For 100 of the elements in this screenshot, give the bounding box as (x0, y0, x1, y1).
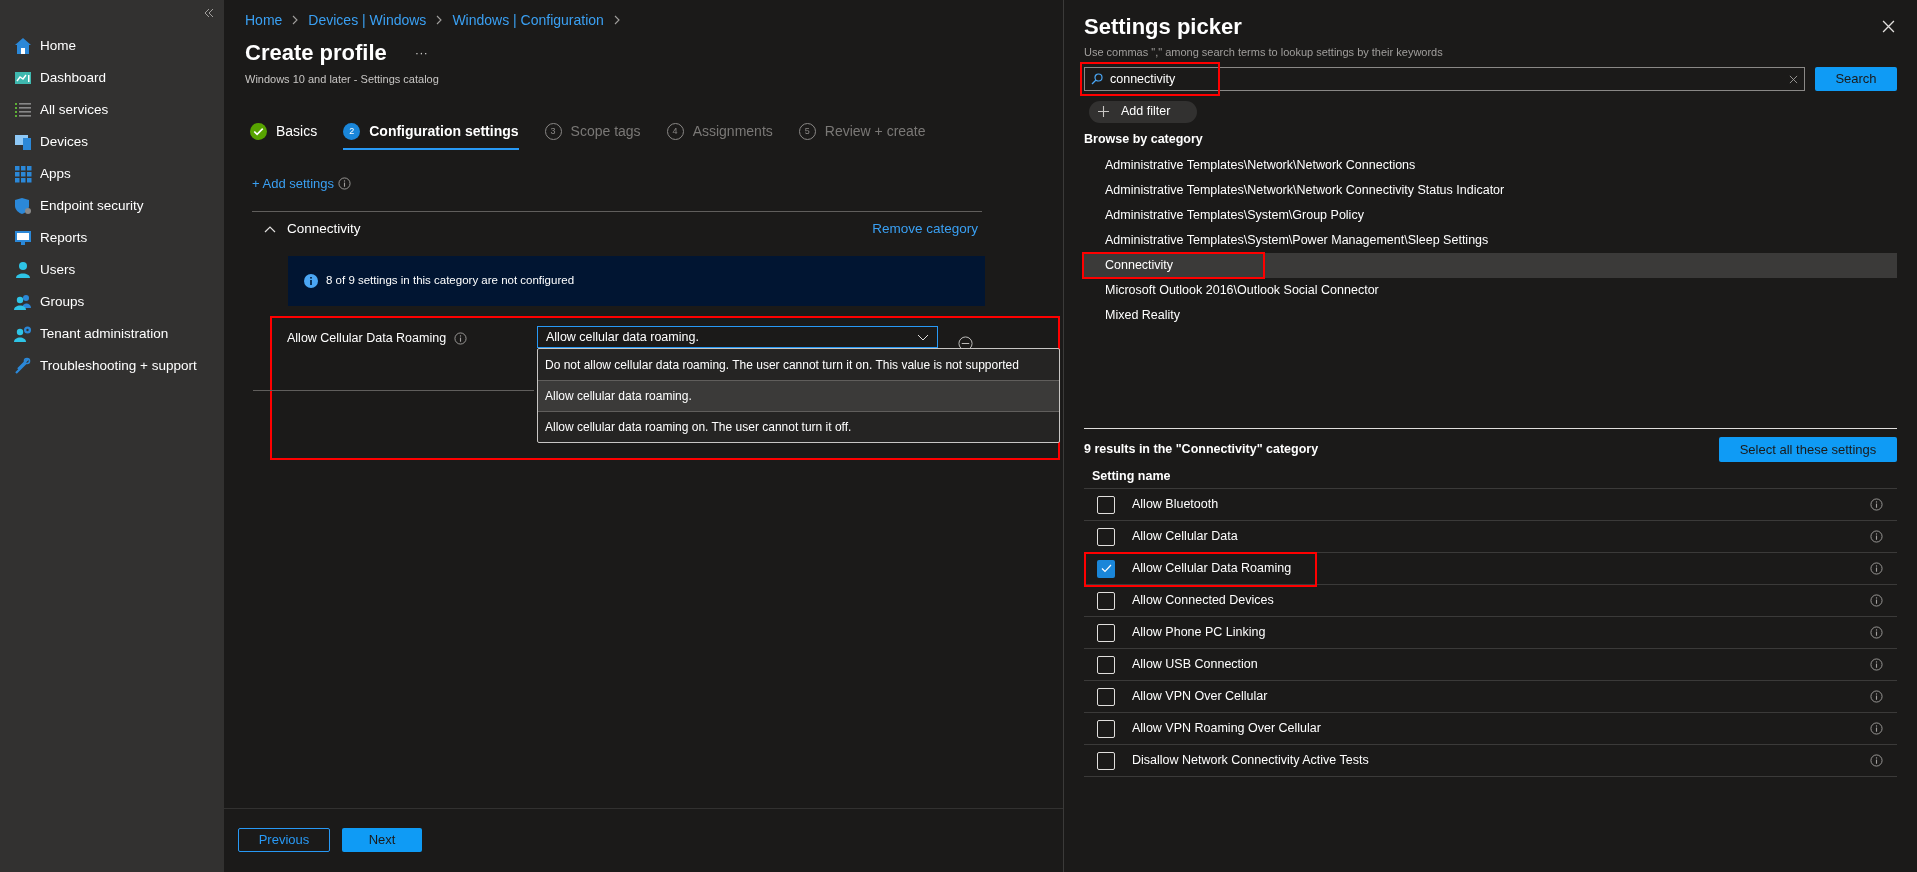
setting-name: Allow Cellular Data (1132, 528, 1239, 546)
info-icon[interactable] (1870, 530, 1883, 544)
category-item[interactable]: Administrative Templates\System\Group Policy (1084, 203, 1897, 229)
list-icon (14, 101, 32, 119)
page-subtitle: Windows 10 and later - Settings catalog (245, 72, 440, 87)
nav-item[interactable]: All services (0, 94, 224, 126)
close-icon[interactable] (1882, 20, 1895, 33)
user-gear-icon (14, 325, 32, 343)
setting-name: Allow VPN Over Cellular (1132, 688, 1269, 706)
checkbox[interactable] (1097, 623, 1115, 642)
nav-item[interactable]: Users (0, 254, 224, 286)
dropdown-option[interactable]: Allow cellular data roaming. (538, 380, 1059, 411)
checkbox[interactable] (1097, 495, 1115, 514)
collapse-icon[interactable] (204, 8, 214, 18)
checkbox[interactable] (1097, 751, 1115, 770)
column-header: Setting name (1084, 467, 1897, 490)
group-icon (14, 293, 32, 311)
next-button[interactable]: Next (342, 828, 422, 852)
info-icon[interactable] (338, 176, 352, 190)
checkbox[interactable] (1097, 687, 1115, 706)
panel-title: Settings picker (1084, 13, 1242, 41)
category-item[interactable]: Administrative Templates\System\Power Management\Sleep Settings (1084, 228, 1897, 254)
info-icon (304, 274, 318, 288)
wrench-icon (14, 357, 32, 375)
setting-name: Disallow Network Connectivity Active Tests (1132, 752, 1370, 770)
setting-name: Allow Phone PC Linking (1132, 624, 1267, 642)
setting-name: Allow Bluetooth (1132, 496, 1220, 514)
setting-name: Allow Connected Devices (1132, 592, 1275, 610)
info-icon[interactable] (1870, 754, 1883, 768)
search-button[interactable]: Search (1815, 66, 1897, 91)
more-options[interactable]: ··· (414, 42, 428, 63)
previous-button[interactable]: Previous (238, 828, 330, 852)
checkbox[interactable] (1097, 527, 1115, 546)
wizard-step[interactable]: 4 Assignments (666, 115, 773, 150)
search-field[interactable]: connectivity (1084, 66, 1805, 91)
nav-item[interactable]: Tenant administration (0, 318, 224, 350)
category-item[interactable]: Mixed Reality (1084, 303, 1897, 329)
devices-icon (14, 133, 32, 151)
select-all-button[interactable]: Select all these settings (1719, 437, 1897, 463)
category-item[interactable]: Administrative Templates\Network\Network Connections (1084, 153, 1897, 179)
check-circle-icon (250, 123, 267, 140)
setting-label: Allow Cellular Data Roaming (287, 330, 447, 347)
checkbox[interactable] (1097, 591, 1115, 610)
info-icon[interactable] (1870, 626, 1883, 640)
dropdown-option[interactable]: Do not allow cellular data roaming. The user cannot turn it on. This value is not supported (538, 349, 1059, 380)
nav-item[interactable]: Reports (0, 222, 224, 254)
plus-icon (1098, 106, 1109, 117)
wizard-step[interactable]: 2 Configuration settings (343, 115, 519, 150)
info-icon[interactable] (1870, 498, 1883, 512)
breadcrumb-link[interactable]: Devices | Windows (308, 9, 427, 31)
checkbox[interactable] (1097, 719, 1115, 738)
checkbox[interactable] (1097, 655, 1115, 674)
home-icon (14, 37, 32, 55)
remove-category-link[interactable]: Remove category (872, 218, 978, 240)
info-icon[interactable] (1870, 690, 1883, 704)
chevron-down-icon (917, 333, 929, 341)
step-number: 2 (343, 123, 361, 140)
info-message: 8 of 9 settings in this category are not configured (326, 273, 575, 289)
nav-item[interactable]: Home (0, 30, 224, 62)
clear-icon[interactable] (1789, 74, 1798, 84)
info-icon[interactable] (1870, 562, 1883, 576)
nav-item[interactable]: Apps (0, 158, 224, 190)
wizard-step[interactable]: 3 Scope tags (544, 115, 641, 150)
search-icon (1091, 72, 1103, 85)
nav-item[interactable]: Groups (0, 286, 224, 318)
info-icon[interactable] (1870, 658, 1883, 672)
section-heading: Browse by category (1084, 130, 1204, 148)
chevron-up-icon[interactable] (264, 225, 276, 233)
nav-item[interactable]: Devices (0, 126, 224, 158)
wizard-step[interactable]: 5 Review + create (798, 115, 926, 150)
category-name: Connectivity (287, 219, 361, 238)
nav-item[interactable]: Troubleshooting + support (0, 350, 224, 382)
dropdown-option[interactable]: Allow cellular data roaming on. The user cannot turn it off. (538, 411, 1059, 442)
nav-item[interactable]: Dashboard (0, 62, 224, 94)
panel-hint: Use commas "," among search terms to lookup settings by their keywords (1084, 45, 1444, 60)
setting-name: Allow USB Connection (1132, 656, 1259, 674)
dashboard-icon (14, 69, 32, 87)
info-icon[interactable] (454, 331, 468, 345)
breadcrumb-link[interactable]: Windows | Configuration (452, 9, 604, 31)
category-item[interactable]: Microsoft Outlook 2016\Outlook Social Connector (1084, 278, 1897, 304)
category-item[interactable]: Administrative Templates\Network\Network Connectivity Status Indicator (1084, 178, 1897, 204)
wizard-step[interactable]: Basics (250, 115, 318, 150)
dropdown[interactable]: Allow cellular data roaming. (537, 326, 938, 348)
page-title: Create profile (245, 39, 387, 67)
results-heading: 9 results in the "Connectivity" category (1084, 441, 1319, 459)
nav-item[interactable]: Endpoint security (0, 190, 224, 222)
check-icon (1100, 564, 1112, 574)
user-icon (14, 261, 32, 279)
add-settings-link[interactable]: + Add settings (252, 173, 335, 193)
category-item[interactable]: Connectivity (1084, 253, 1897, 279)
setting-name: Allow Cellular Data Roaming (1132, 560, 1293, 578)
info-icon[interactable] (1870, 594, 1883, 608)
breadcrumb-link[interactable]: Home (245, 9, 283, 31)
apps-icon (14, 165, 32, 183)
add-filter-button[interactable]: Add filter (1089, 100, 1197, 123)
shield-icon (14, 197, 32, 215)
reports-icon (14, 229, 32, 247)
setting-name: Allow VPN Roaming Over Cellular (1132, 720, 1322, 738)
info-icon[interactable] (1870, 722, 1883, 736)
checkbox[interactable] (1097, 559, 1115, 578)
